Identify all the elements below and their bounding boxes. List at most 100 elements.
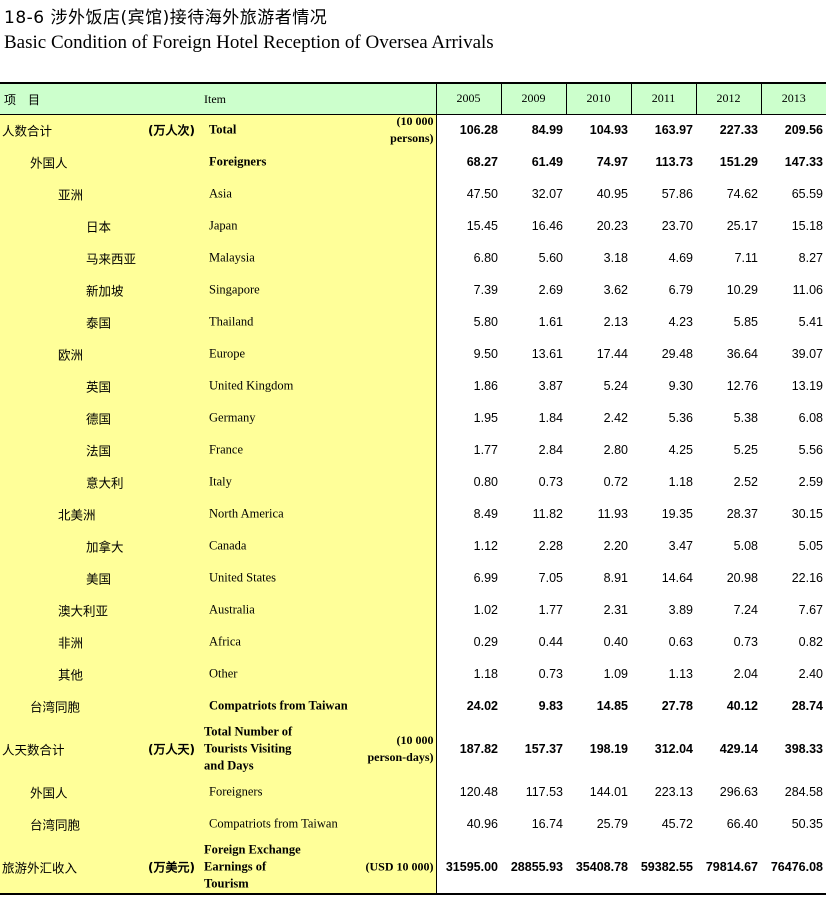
row-label-cell: 亚洲 Asia <box>0 178 437 210</box>
value-cell-2009: 2.84 <box>538 443 563 457</box>
row-label-english: United States <box>209 570 277 585</box>
row-label-english: Australia <box>209 602 255 617</box>
value-cell-2011: 4.23 <box>668 315 693 329</box>
row-label-chinese: 澳大利亚 <box>58 603 109 619</box>
row-label-cell: 外国人 Foreigners <box>0 146 437 178</box>
table-row: 意大利 Italy 0.80 0.73 0.72 1.18 2.52 2.59 <box>0 466 826 498</box>
value-cell-2010: 144.01 <box>589 785 628 799</box>
value-cell-2013: 5.56 <box>798 443 823 457</box>
row-label-cell: 美国 United States <box>0 562 437 594</box>
value-cell-2010: 5.24 <box>603 379 628 393</box>
value-cell-2009: 157.37 <box>524 742 563 756</box>
table-row: 欧洲 Europe 9.50 13.61 17.44 29.48 36.64 39.07 <box>0 338 826 370</box>
value-cell-2012: 429.14 <box>719 742 758 756</box>
row-label-cell: 旅游外汇收入 (万美元) Foreign Exchange Earnings of … <box>0 840 437 895</box>
value-cell-2005: 5.80 <box>473 315 498 329</box>
value-cell-2009: 1.61 <box>538 315 563 329</box>
value-cell-2012: 79814.67 <box>696 840 761 895</box>
value-cell-2011: 1.13 <box>668 667 693 681</box>
value-cell-2012: 74.62 <box>726 187 758 201</box>
row-label-cell: 人数合计 (万人次) Total (10 000 persons) <box>0 114 437 146</box>
value-cell-2009: 0.73 <box>538 667 563 681</box>
row-label-chinese: 泰国 <box>86 315 112 331</box>
value-cell-2005: 1.12 <box>473 539 498 553</box>
row-label-chinese: 台湾同胞 <box>30 699 81 715</box>
table-row: 马来西亚 Malaysia 6.80 5.60 3.18 4.69 7.11 8.27 <box>0 242 826 274</box>
value-cell-2011: 14.64 <box>661 571 693 585</box>
value-cell-2010: 14.85 <box>596 699 628 713</box>
row-label-english: Other <box>209 666 238 681</box>
value-cell-2005: 0.29 <box>473 635 498 649</box>
value-cell-2013: 39.07 <box>791 347 823 361</box>
table-row: 人数合计 (万人次) Total (10 000 persons) 106.28 84.9… <box>0 114 826 146</box>
row-label-cell: 人天数合计 (万人天) Total Number of Tourists Visit… <box>0 722 437 776</box>
value-cell-2011: 312.04 <box>654 742 693 756</box>
value-cell-2011: 4.69 <box>668 251 693 265</box>
value-cell-2010: 2.13 <box>603 315 628 329</box>
row-label-chinese: 人天数合计 <box>2 742 65 758</box>
value-cell-2010: 2.31 <box>603 603 628 617</box>
value-cell-2011: 6.79 <box>668 283 693 297</box>
row-label-cell: 日本 Japan <box>0 210 437 242</box>
table-row: 台湾同胞 Compatriots from Taiwan 40.96 16.74 25.… <box>0 808 826 840</box>
value-cell-2010: 2.80 <box>603 443 628 457</box>
row-label-chinese: 旅游外汇收入 <box>2 860 78 875</box>
row-label-english: Japan <box>209 218 238 233</box>
value-cell-2011: 163.97 <box>654 123 693 138</box>
value-cell-2013: 13.19 <box>791 379 823 393</box>
row-label-english: Singapore <box>209 282 260 297</box>
table-row: 台湾同胞 Compatriots from Taiwan 24.02 9.83 14.8… <box>0 690 826 722</box>
value-cell-2010: 74.97 <box>596 155 628 169</box>
header-year: 2011 <box>630 82 696 115</box>
value-cell-2009: 9.83 <box>538 699 563 713</box>
table-row: 外国人 Foreigners 68.27 61.49 74.97 113.73 151.29… <box>0 146 826 178</box>
value-cell-2005: 31595.00 <box>436 840 501 895</box>
value-cell-2011: 57.86 <box>661 187 693 201</box>
value-cell-2005: 0.80 <box>473 475 498 489</box>
value-cell-2009: 1.84 <box>538 411 563 425</box>
value-cell-2013: 398.33 <box>784 742 823 756</box>
value-cell-2013: 28.74 <box>791 699 823 713</box>
row-label-english: United Kingdom <box>209 378 294 393</box>
row-label-cell: 马来西亚 Malaysia <box>0 242 437 274</box>
row-label-english: Foreigners <box>209 154 267 169</box>
value-cell-2011: 29.48 <box>661 347 693 361</box>
value-cell-2012: 28.37 <box>726 507 758 521</box>
value-cell-2011: 27.78 <box>661 699 693 713</box>
row-label-english: Foreigners <box>209 784 263 799</box>
table-row: 澳大利亚 Australia 1.02 1.77 2.31 3.89 7.24 7.67 <box>0 594 826 626</box>
row-unit-english: (10 000 persons) <box>390 114 434 146</box>
value-cell-2012: 0.73 <box>733 635 758 649</box>
value-cell-2011: 3.89 <box>668 603 693 617</box>
value-cell-2013: 15.18 <box>791 219 823 233</box>
row-label-cell: 非洲 Africa <box>0 626 437 658</box>
row-label-english: Thailand <box>209 314 254 329</box>
value-cell-2010: 0.40 <box>603 635 628 649</box>
value-cell-2009: 117.53 <box>525 785 563 799</box>
row-label-chinese: 法国 <box>86 443 112 459</box>
header-item: 项 目 Item <box>0 82 436 115</box>
value-cell-2012: 7.24 <box>733 603 758 617</box>
value-cell-2009: 2.28 <box>538 539 563 553</box>
row-label-cell: 加拿大 Canada <box>0 530 437 562</box>
row-label-english: Total Number of Tourists Visiting and Da… <box>204 724 293 773</box>
table-row: 新加坡 Singapore 7.39 2.69 3.62 6.79 10.29 11.06 <box>0 274 826 306</box>
value-cell-2012: 2.04 <box>733 667 758 681</box>
value-cell-2005: 6.99 <box>473 571 498 585</box>
value-cell-2013: 11.06 <box>792 283 823 297</box>
row-label-chinese: 新加坡 <box>86 283 124 299</box>
value-cell-2012: 2.52 <box>733 475 758 489</box>
value-cell-2009: 5.60 <box>538 251 563 265</box>
value-cell-2013: 5.05 <box>798 539 823 553</box>
table-row: 非洲 Africa 0.29 0.44 0.40 0.63 0.73 0.82 <box>0 626 826 658</box>
value-cell-2012: 5.85 <box>733 315 758 329</box>
value-cell-2013: 284.58 <box>784 785 823 799</box>
row-label-cell: 北美洲 North America <box>0 498 437 530</box>
table-row: 外国人 Foreigners 120.48 117.53 144.01 223.13 296… <box>0 776 826 808</box>
table-row: 亚洲 Asia 47.50 32.07 40.95 57.86 74.62 65.59 <box>0 178 826 210</box>
value-cell-2005: 9.50 <box>473 347 498 361</box>
value-cell-2013: 76476.08 <box>761 840 826 895</box>
value-cell-2010: 1.09 <box>603 667 628 681</box>
value-cell-2011: 3.47 <box>668 539 693 553</box>
row-label-cell: 德国 Germany <box>0 402 437 434</box>
